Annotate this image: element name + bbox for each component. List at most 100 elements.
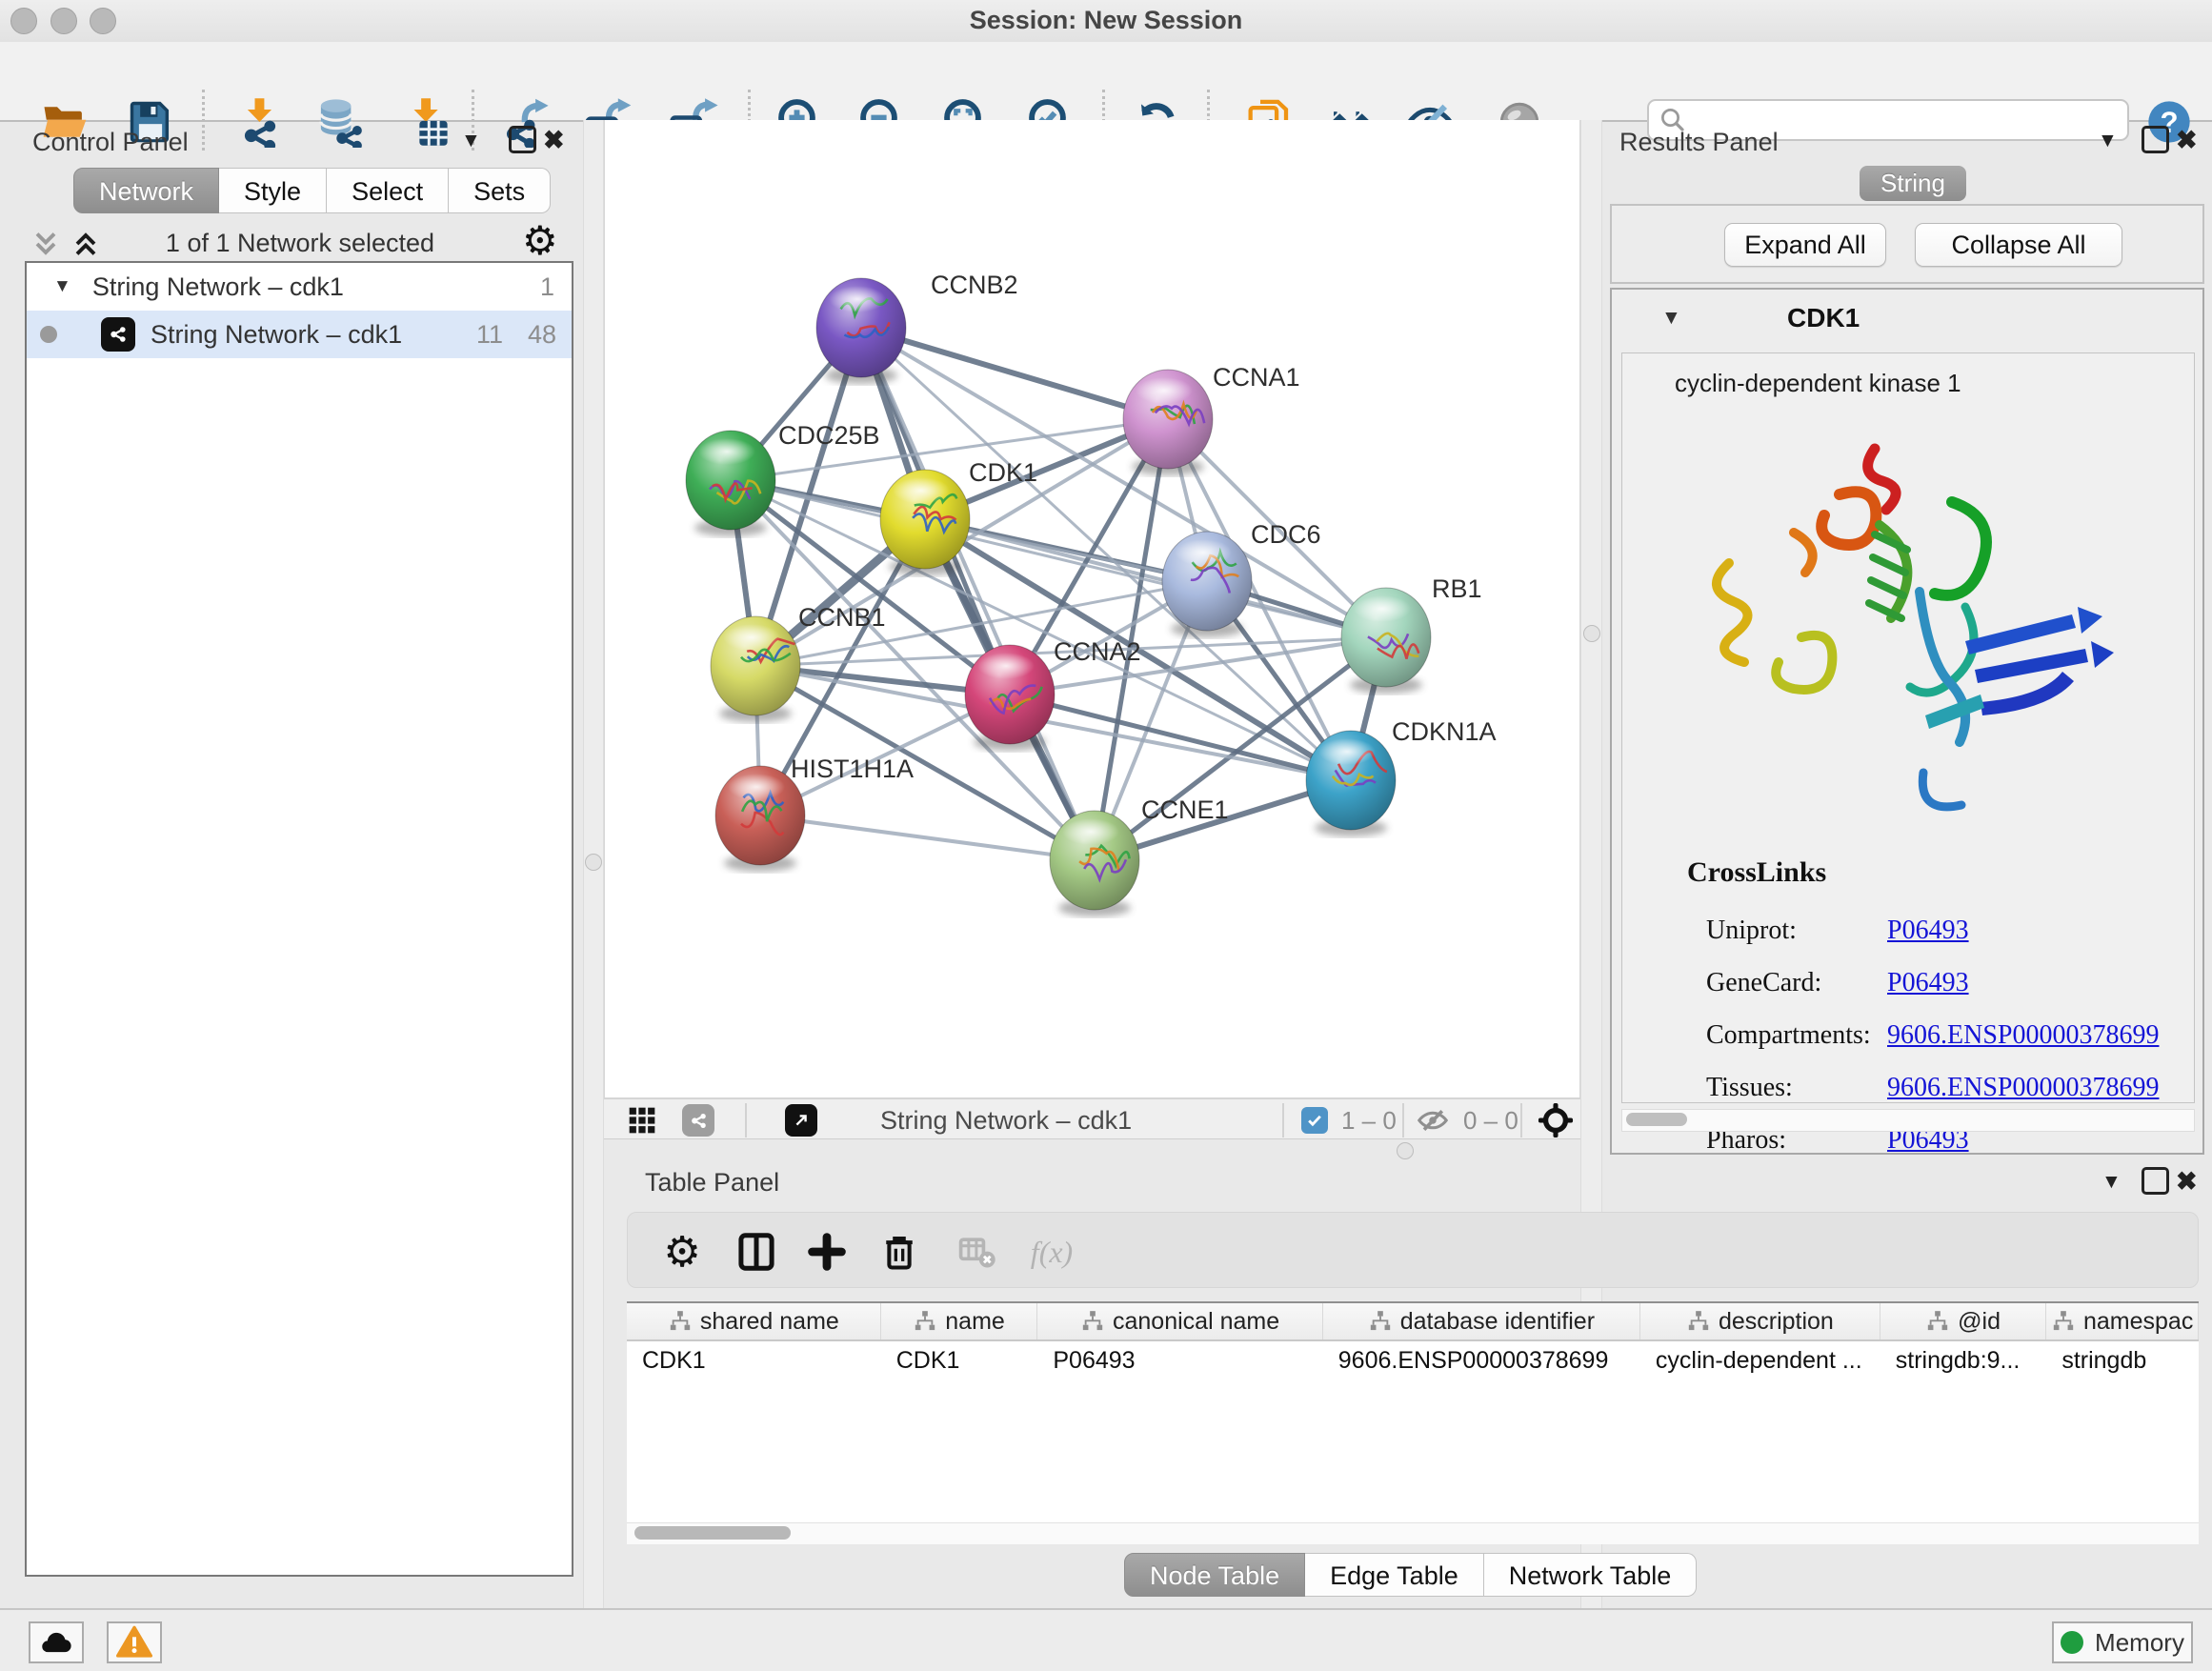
control-panel-float-button[interactable]: ▼ bbox=[461, 130, 481, 152]
column-header-shared-name[interactable]: shared name bbox=[627, 1303, 881, 1339]
table-cell[interactable]: CDK1 bbox=[627, 1341, 881, 1379]
table-panel-maximize-button[interactable] bbox=[2142, 1167, 2169, 1195]
gene-collapse-icon[interactable]: ▼ bbox=[1661, 307, 1681, 330]
column-header-description[interactable]: description bbox=[1640, 1303, 1880, 1339]
table-panel-float-button[interactable]: ▼ bbox=[2101, 1171, 2122, 1194]
double-chevron-down-icon bbox=[29, 227, 63, 261]
column-type-icon bbox=[1368, 1309, 1393, 1334]
uniprot-link[interactable]: P06493 bbox=[1887, 916, 1969, 945]
network-share-view-button[interactable] bbox=[682, 1104, 714, 1137]
tab-sets[interactable]: Sets bbox=[449, 168, 551, 213]
delete-column-button[interactable] bbox=[874, 1226, 925, 1278]
table-cell[interactable]: CDK1 bbox=[881, 1341, 1038, 1379]
netbar-divider bbox=[1520, 1103, 1522, 1137]
network-node-CCNE1[interactable] bbox=[1050, 811, 1139, 916]
table-toolbar: ⚙ bbox=[627, 1212, 2199, 1288]
network-node-count: 11 bbox=[476, 320, 503, 350]
network-row[interactable]: String Network – cdk1 11 48 bbox=[27, 311, 572, 358]
table-divider-handle[interactable] bbox=[1397, 1142, 1414, 1159]
crosslink-label: Uniprot: bbox=[1706, 904, 1871, 956]
warning-status-button[interactable] bbox=[107, 1621, 162, 1663]
protein-structure-image bbox=[1679, 420, 2127, 830]
table-hscrollbar[interactable] bbox=[627, 1522, 2199, 1544]
tab-style[interactable]: Style bbox=[219, 168, 327, 213]
crosslink-label: Tissues: bbox=[1706, 1061, 1871, 1114]
node-label-RB1: RB1 bbox=[1432, 574, 1482, 603]
network-canvas-svg[interactable]: CCNB2CCNA1CDC25BCDK1CDC6RB1CCNB1CCNA2CDK… bbox=[605, 120, 1579, 1097]
add-column-button[interactable] bbox=[801, 1226, 853, 1278]
table-row[interactable]: CDK1CDK1P064939606.ENSP00000378699cyclin… bbox=[627, 1341, 2199, 1379]
table-panel-divider[interactable] bbox=[604, 1139, 1580, 1162]
network-node-CCNB2[interactable] bbox=[816, 278, 906, 384]
application-window: Session: New Session bbox=[0, 0, 2212, 1671]
compartments-link[interactable]: 9606.ENSP00000378699 bbox=[1887, 1020, 2159, 1050]
network-node-CDKN1A[interactable] bbox=[1306, 731, 1396, 836]
table-cell[interactable]: 9606.ENSP00000378699 bbox=[1323, 1341, 1640, 1379]
tissues-link[interactable]: 9606.ENSP00000378699 bbox=[1887, 1073, 2159, 1102]
expand-all-button[interactable]: Expand All bbox=[1724, 223, 1886, 267]
control-panel-maximize-button[interactable] bbox=[509, 126, 536, 153]
cloud-status-button[interactable] bbox=[29, 1621, 84, 1663]
tab-string[interactable]: String bbox=[1860, 166, 1966, 201]
memory-button[interactable]: Memory bbox=[2052, 1621, 2193, 1663]
results-scroll-thumb[interactable] bbox=[1626, 1113, 1687, 1126]
table-cell[interactable]: P06493 bbox=[1037, 1341, 1322, 1379]
genecard-link[interactable]: P06493 bbox=[1887, 968, 1969, 997]
collection-count: 1 bbox=[540, 272, 554, 302]
tree-expander-icon[interactable]: ▼ bbox=[53, 276, 71, 297]
results-panel-maximize-button[interactable] bbox=[2142, 126, 2169, 153]
column-type-icon bbox=[1080, 1309, 1105, 1334]
network-node-CDC25B[interactable] bbox=[686, 431, 775, 536]
show-columns-button[interactable] bbox=[731, 1226, 782, 1278]
column-type-icon bbox=[668, 1309, 693, 1334]
selected-checkbox[interactable] bbox=[1301, 1104, 1328, 1137]
control-panel-title: Control Panel bbox=[32, 128, 189, 157]
grid-view-button[interactable] bbox=[627, 1104, 657, 1137]
plus-icon bbox=[806, 1231, 848, 1273]
network-options-gear-button[interactable]: ⚙ bbox=[522, 221, 558, 261]
node-table: shared namenamecanonical namedatabase id… bbox=[627, 1301, 2199, 1524]
network-edge-CCNE1-HIST1H1A[interactable] bbox=[760, 815, 1095, 860]
tab-node-table[interactable]: Node Table bbox=[1124, 1553, 1305, 1597]
column-header--id[interactable]: @id bbox=[1880, 1303, 2047, 1339]
birdseye-view-button[interactable] bbox=[1538, 1104, 1574, 1137]
table-cell[interactable]: stringdb bbox=[2046, 1341, 2199, 1379]
results-panel-close-button[interactable]: ✖ bbox=[2176, 126, 2198, 155]
network-node-CCNB1[interactable] bbox=[711, 616, 800, 722]
column-header-name[interactable]: name bbox=[881, 1303, 1038, 1339]
gene-section-header[interactable]: ▼ CDK1 bbox=[1612, 290, 2202, 352]
column-header-namespac[interactable]: namespac bbox=[2046, 1303, 2199, 1339]
network-edge-CCNB2-CCNA1[interactable] bbox=[861, 328, 1168, 419]
network-canvas[interactable]: CCNB2CCNA1CDC25BCDK1CDC6RB1CCNB1CCNA2CDK… bbox=[604, 120, 1580, 1097]
table-panel-close-button[interactable]: ✖ bbox=[2176, 1167, 2198, 1197]
table-header-row: shared namenamecanonical namedatabase id… bbox=[627, 1303, 2199, 1341]
tab-network[interactable]: Network bbox=[73, 168, 219, 213]
column-header-database-identifier[interactable]: database identifier bbox=[1323, 1303, 1640, 1339]
right-divider-handle[interactable] bbox=[1583, 625, 1600, 642]
collapse-all-button[interactable]: Collapse All bbox=[1915, 223, 2122, 267]
network-node-RB1[interactable] bbox=[1341, 588, 1431, 694]
function-builder-button[interactable]: f(x) bbox=[1026, 1226, 1077, 1278]
results-hscrollbar[interactable] bbox=[1621, 1109, 2195, 1132]
network-node-CCNA1[interactable] bbox=[1123, 370, 1213, 475]
table-options-gear-button[interactable]: ⚙ bbox=[656, 1226, 708, 1278]
tab-edge-table[interactable]: Edge Table bbox=[1305, 1553, 1484, 1597]
hidden-toggle-button[interactable] bbox=[1416, 1104, 1450, 1137]
column-type-icon bbox=[1925, 1309, 1950, 1334]
table-cell[interactable]: cyclin-dependent ... bbox=[1640, 1341, 1880, 1379]
status-bar: Memory bbox=[0, 1608, 2212, 1671]
table-cell[interactable]: stringdb:9... bbox=[1880, 1341, 2047, 1379]
network-tree: ▼ String Network – cdk1 1 String Network… bbox=[25, 261, 573, 1577]
results-panel-float-button[interactable]: ▼ bbox=[2098, 130, 2118, 152]
tab-select[interactable]: Select bbox=[327, 168, 449, 213]
column-header-canonical-name[interactable]: canonical name bbox=[1037, 1303, 1322, 1339]
results-panel-title: Results Panel bbox=[1619, 128, 1779, 157]
network-collection-row[interactable]: ▼ String Network – cdk1 1 bbox=[27, 263, 572, 311]
open-in-window-button[interactable] bbox=[785, 1104, 817, 1137]
left-divider-handle[interactable] bbox=[585, 854, 602, 871]
control-panel-close-button[interactable]: ✖ bbox=[543, 126, 565, 155]
left-panel-divider[interactable] bbox=[583, 120, 604, 1608]
delete-table-button[interactable] bbox=[952, 1226, 1003, 1278]
tab-network-table[interactable]: Network Table bbox=[1484, 1553, 1698, 1597]
table-scroll-thumb[interactable] bbox=[634, 1526, 791, 1540]
